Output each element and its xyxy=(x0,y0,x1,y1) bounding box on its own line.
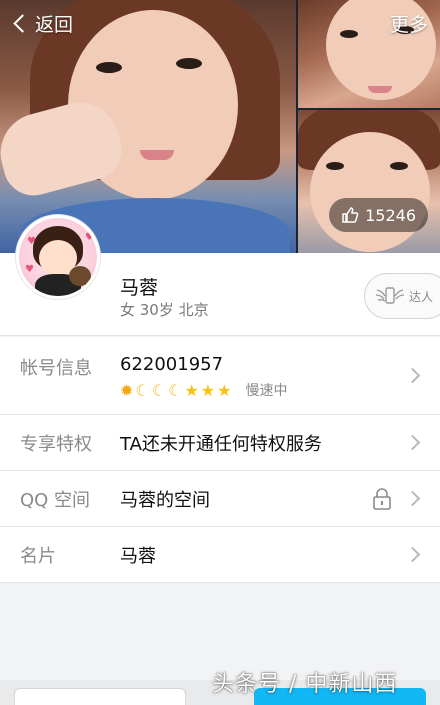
moon-icon: ☾ xyxy=(168,380,183,400)
like-button[interactable]: 15246 xyxy=(329,198,428,232)
back-label: 返回 xyxy=(35,14,74,36)
heart-icon: ♥ xyxy=(85,232,94,243)
profile-info: 女 30岁 北京 xyxy=(120,301,209,319)
row-account-info[interactable]: 帐号信息 622001957 ✹ ☾ ☾ ☾ ★ ★ ★ 慢速中 xyxy=(0,337,440,415)
thumb1-eye-left xyxy=(340,30,358,38)
profile-details-list: 帐号信息 622001957 ✹ ☾ ☾ ☾ ★ ★ ★ 慢速中 专享特权 TA… xyxy=(0,337,440,583)
thumb1-mouth xyxy=(368,86,392,93)
row-qzone[interactable]: QQ 空间 马蓉的空间 xyxy=(0,471,440,527)
privilege-value: TA还未开通任何特权服务 xyxy=(120,434,322,455)
likes-count: 15246 xyxy=(365,205,416,225)
avatar-monkey xyxy=(69,266,91,286)
watermark-text: 头条号 / 中新山西 xyxy=(212,672,398,697)
privilege-label: 专享特权 xyxy=(20,434,92,455)
main-photo[interactable] xyxy=(0,0,296,253)
lock-icon xyxy=(373,488,391,510)
profile-summary: ♥ ♥ ♥ 马蓉 女 30岁 北京 达人 xyxy=(0,215,440,336)
secondary-action-button[interactable] xyxy=(14,688,186,705)
talent-label: 达人 xyxy=(409,289,434,304)
photo-eye-right xyxy=(176,58,202,69)
chevron-right-icon xyxy=(404,490,421,507)
moon-icon: ☾ xyxy=(151,380,167,400)
star-icon: ★ xyxy=(200,380,216,400)
thumb2-eye-right xyxy=(390,162,408,170)
qzone-label: QQ 空间 xyxy=(20,490,91,511)
thumb2-face xyxy=(310,132,430,252)
chevron-right-icon xyxy=(404,367,421,384)
winged-phone-icon xyxy=(375,287,405,304)
moon-icon: ☾ xyxy=(135,380,150,400)
thumbs-up-icon xyxy=(342,207,359,223)
chevron-right-icon xyxy=(404,434,421,451)
qq-level-icons: ✹ ☾ ☾ ☾ ★ ★ ★ 慢速中 xyxy=(120,380,287,400)
photo-eye-left xyxy=(96,62,122,73)
row-business-card[interactable]: 名片 马蓉 xyxy=(0,527,440,583)
chevron-right-icon xyxy=(404,546,421,563)
thumb2-eye-left xyxy=(326,162,344,170)
avatar[interactable]: ♥ ♥ ♥ xyxy=(16,215,100,299)
more-button[interactable]: 更多 xyxy=(390,10,428,37)
back-button[interactable]: 返回 xyxy=(10,10,73,37)
star-icon: ★ xyxy=(184,380,199,400)
speed-status: 慢速中 xyxy=(245,383,288,399)
qzone-value: 马蓉的空间 xyxy=(120,490,210,511)
row-privileges[interactable]: 专享特权 TA还未开通任何特权服务 xyxy=(0,415,440,471)
account-label: 帐号信息 xyxy=(20,358,92,379)
sun-icon: ✹ xyxy=(120,380,134,400)
heart-icon: ♥ xyxy=(25,264,34,275)
profile-name: 马蓉 xyxy=(120,277,159,299)
chevron-left-icon xyxy=(13,14,32,33)
card-value: 马蓉 xyxy=(120,546,156,567)
star-icon: ★ xyxy=(217,380,232,400)
qq-number: 622001957 xyxy=(120,354,224,375)
photo-mouth xyxy=(140,150,174,160)
talent-badge-button[interactable]: 达人 xyxy=(364,273,440,319)
card-label: 名片 xyxy=(20,546,56,567)
